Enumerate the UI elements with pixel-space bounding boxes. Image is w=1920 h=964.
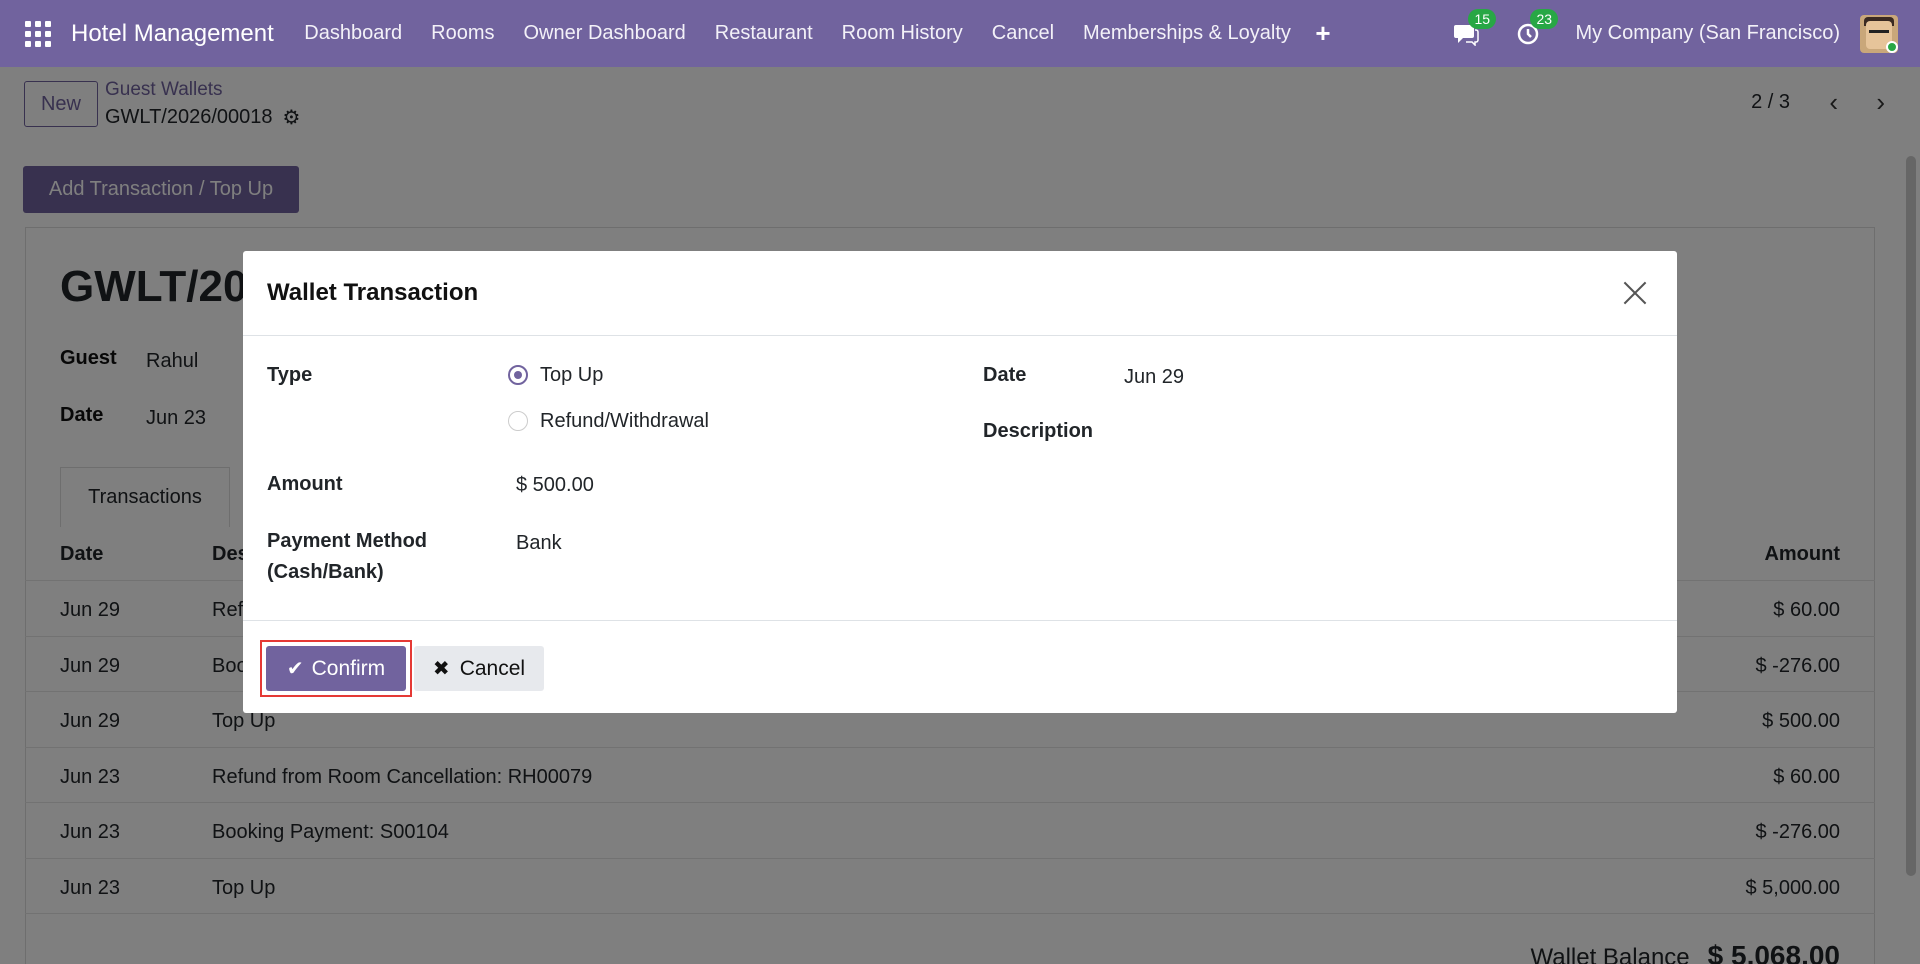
payment-method-field[interactable]: Bank (516, 532, 562, 555)
apps-menu-icon[interactable] (25, 20, 51, 47)
app-name[interactable]: Hotel Management (71, 20, 274, 48)
main-menu: Dashboard Rooms Owner Dashboard Restaura… (290, 22, 1306, 45)
dialog-title: Wallet Transaction (267, 279, 479, 306)
type-label: Type (267, 364, 313, 386)
confirm-label: Confirm (311, 656, 386, 680)
company-switcher[interactable]: My Company (San Francisco) (1575, 22, 1840, 45)
messages-button[interactable]: 15 (1451, 8, 1497, 49)
menu-cancel[interactable]: Cancel (977, 22, 1068, 45)
description-field[interactable] (1124, 422, 1624, 450)
activities-button[interactable]: 23 (1513, 8, 1559, 49)
amount-label: Amount (267, 473, 343, 495)
cancel-button[interactable]: ✖ Cancel (414, 646, 544, 691)
close-icon[interactable] (1621, 279, 1649, 307)
payment-method-label-line2: (Cash/Bank) (267, 561, 384, 583)
payment-method-label: Payment Method (Cash/Bank) (267, 526, 427, 588)
dialog-header: Wallet Transaction (243, 251, 1677, 336)
type-option-refund-withdrawal[interactable]: Refund/Withdrawal (540, 410, 709, 433)
payment-method-label-line1: Payment Method (267, 530, 428, 552)
activities-badge: 23 (1530, 8, 1559, 29)
user-avatar[interactable] (1860, 14, 1898, 53)
radio-refund-withdrawal[interactable] (508, 411, 528, 431)
menu-memberships-loyalty[interactable]: Memberships & Loyalty (1069, 22, 1306, 45)
dialog-footer: ✔ Confirm ✖ Cancel (243, 621, 1677, 713)
amount-field[interactable]: $ 500.00 (516, 474, 594, 497)
type-option-top-up[interactable]: Top Up (540, 364, 603, 387)
confirm-button[interactable]: ✔ Confirm (266, 646, 406, 691)
dialog-body: Type Top Up Refund/Withdrawal Amount $ 5… (243, 336, 1677, 621)
menu-rooms[interactable]: Rooms (417, 22, 509, 45)
menu-restaurant[interactable]: Restaurant (700, 22, 827, 45)
menu-room-history[interactable]: Room History (827, 22, 977, 45)
messages-badge: 15 (1468, 8, 1497, 29)
radio-top-up[interactable] (508, 365, 528, 385)
description-label: Description (983, 420, 1094, 442)
date-field[interactable]: Jun 29 (1124, 366, 1184, 389)
page-scrollbar[interactable] (1906, 156, 1916, 876)
wallet-transaction-dialog: Wallet Transaction Type Top Up Refund/Wi… (243, 251, 1677, 713)
plus-icon[interactable]: + (1315, 18, 1330, 49)
top-navbar: Hotel Management Dashboard Rooms Owner D… (0, 0, 1920, 67)
close-icon: ✖ (432, 658, 450, 680)
date-label: Date (983, 364, 1027, 386)
check-icon: ✔ (286, 658, 304, 680)
menu-dashboard[interactable]: Dashboard (290, 22, 417, 45)
menu-owner-dashboard[interactable]: Owner Dashboard (509, 22, 700, 45)
cancel-label: Cancel (459, 656, 526, 680)
